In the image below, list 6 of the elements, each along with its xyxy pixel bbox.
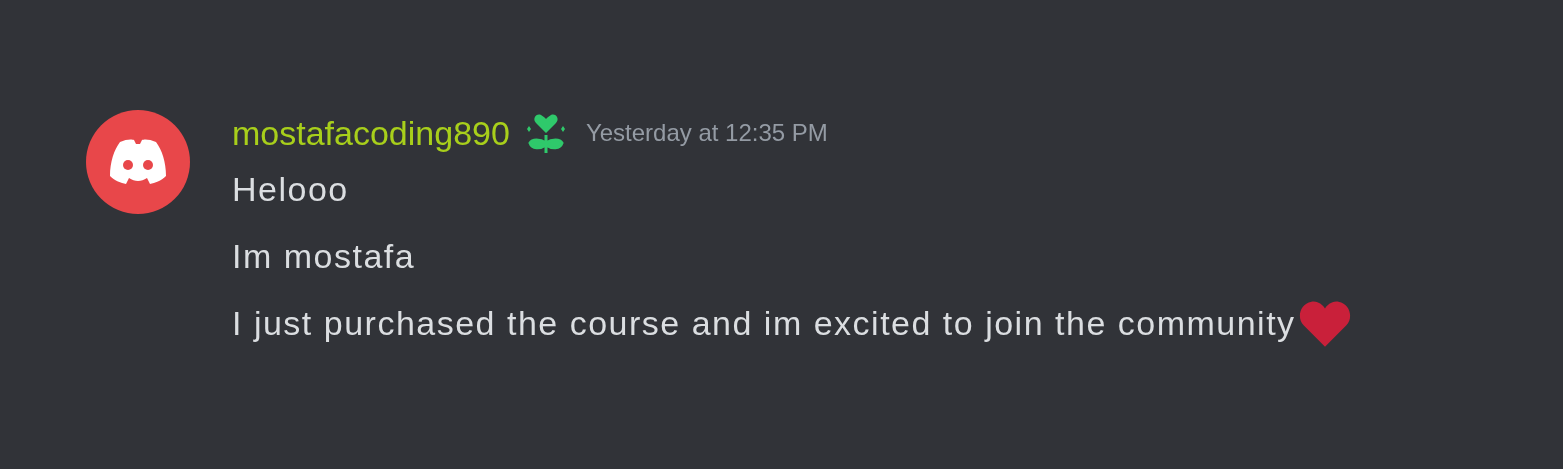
timestamp: Yesterday at 12:35 PM	[585, 121, 828, 145]
heart-icon	[1297, 299, 1352, 347]
message-text: Helooo	[232, 172, 349, 206]
message-text: I just purchased the course and im excited to join the community	[232, 306, 1296, 340]
message-text: Im mostafa	[232, 239, 416, 273]
username[interactable]: mostafacoding890	[232, 116, 510, 150]
